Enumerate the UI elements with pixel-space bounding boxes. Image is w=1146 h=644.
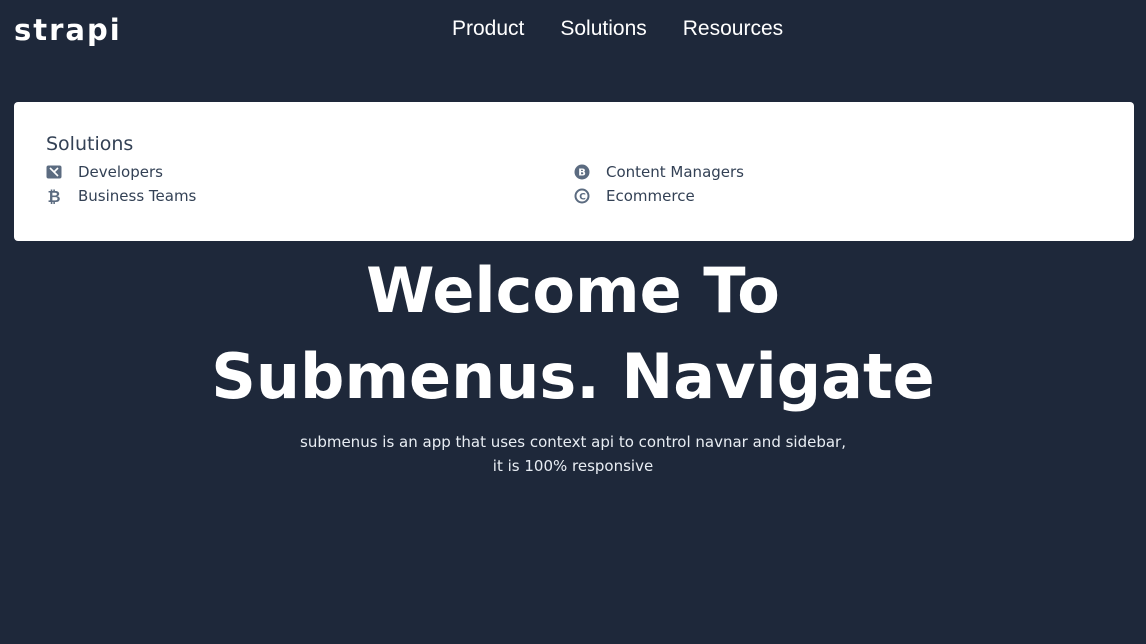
svg-text:B: B xyxy=(578,168,586,179)
submenu-link-label: Business Teams xyxy=(78,187,197,205)
main-nav: Product Solutions Resources xyxy=(434,16,801,42)
nav-link-solutions[interactable]: Solutions xyxy=(542,16,664,42)
hero: Welcome To Submenus. Navigate submenus i… xyxy=(0,248,1146,478)
nav-link-product[interactable]: Product xyxy=(434,16,542,42)
svg-text:₿: ₿ xyxy=(47,188,60,204)
content-managers-icon: B xyxy=(574,164,590,180)
submenu-title: Solutions xyxy=(46,133,134,155)
hero-title: Welcome To Submenus. Navigate xyxy=(211,254,935,413)
submenu-link-business-teams[interactable]: ₿ Business Teams xyxy=(46,184,574,208)
submenu-link-label: Content Managers xyxy=(606,163,744,181)
page: strapi Product Solutions Resources Solut… xyxy=(0,0,1146,644)
submenu-link-developers[interactable]: Developers xyxy=(46,160,574,184)
ecommerce-icon: C xyxy=(574,188,590,204)
logo[interactable]: strapi xyxy=(14,12,122,48)
nav-link-resources[interactable]: Resources xyxy=(665,16,801,42)
submenu-link-label: Ecommerce xyxy=(606,187,695,205)
submenu-link-label: Developers xyxy=(78,163,163,181)
svg-text:C: C xyxy=(579,193,586,203)
bitcoin-icon: ₿ xyxy=(46,188,62,204)
submenu-link-content-managers[interactable]: B Content Managers xyxy=(574,160,1102,184)
submenu-panel: Solutions Developers B Content Managers … xyxy=(14,102,1134,241)
submenu-links: Developers B Content Managers ₿ Business… xyxy=(46,160,1102,208)
hero-text: submenus is an app that uses context api… xyxy=(300,433,846,475)
developers-icon xyxy=(46,164,62,180)
submenu-link-ecommerce[interactable]: C Ecommerce xyxy=(574,184,1102,208)
